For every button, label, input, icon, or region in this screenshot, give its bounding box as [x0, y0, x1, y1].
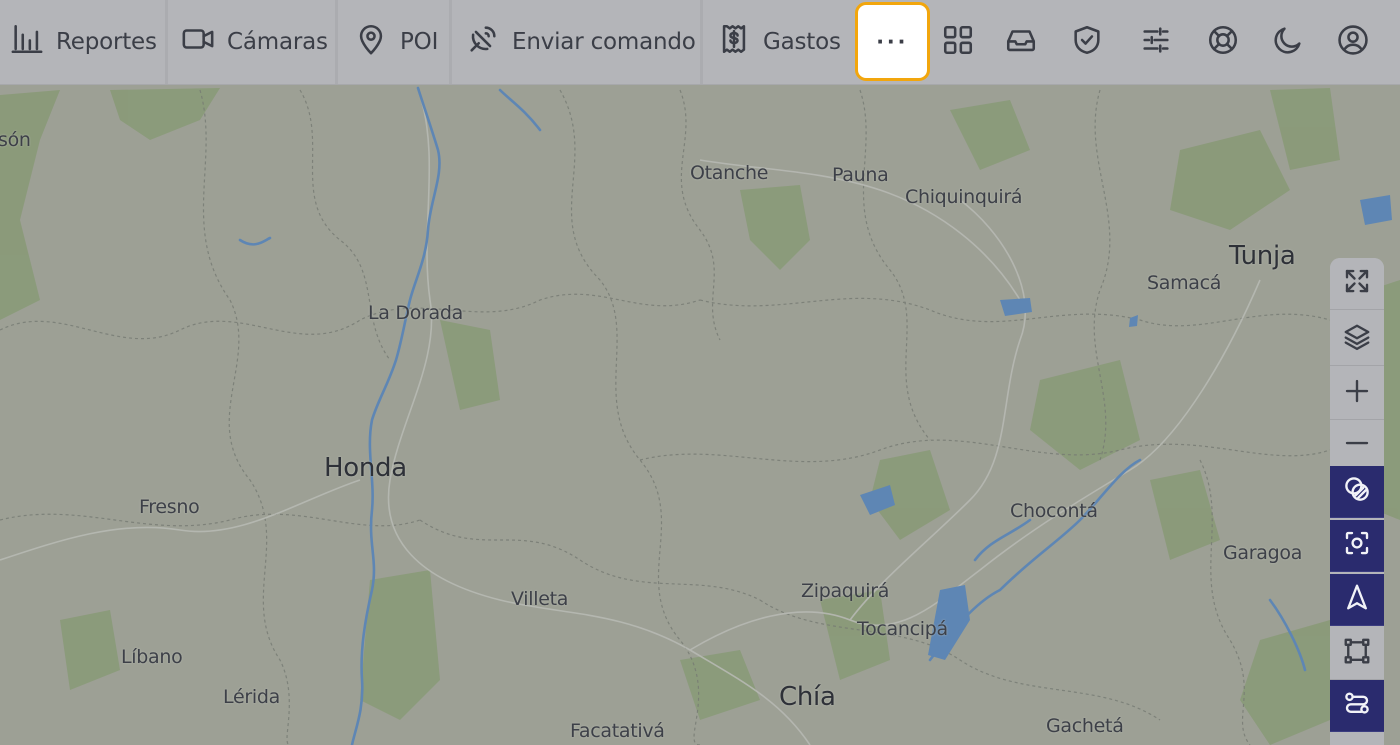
zoom-out-button[interactable] — [1330, 420, 1384, 472]
map-label: Tocancipá — [857, 618, 948, 640]
camaras-button[interactable]: Cámaras — [181, 0, 328, 84]
gastos-button[interactable]: Gastos — [717, 0, 841, 84]
map-tools-panel — [1330, 258, 1384, 745]
layers-icon — [1342, 322, 1372, 357]
map-pin-icon — [354, 22, 388, 62]
fullscreen-button[interactable] — [1330, 258, 1384, 310]
map-label: Pauna — [832, 164, 889, 186]
zoom-out-icon — [1342, 428, 1372, 463]
shield-check-icon — [1070, 23, 1104, 62]
inbox-button[interactable] — [1000, 21, 1042, 63]
camaras-label: Cámaras — [227, 29, 328, 55]
bar-chart-icon — [10, 22, 44, 62]
navigation-button[interactable] — [1330, 574, 1384, 626]
map-canvas[interactable]: són Otanche Pauna Chiquinquirá Tunja Sam… — [0, 0, 1400, 745]
lifebuoy-icon — [1206, 23, 1240, 62]
map-label: La Dorada — [368, 302, 463, 324]
top-toolbar: Reportes Cámaras POI Enviar comando Gast… — [0, 0, 1400, 85]
center-focus-button[interactable] — [1330, 520, 1384, 572]
toolbar-divider — [165, 0, 168, 84]
enviar-comando-button[interactable]: Enviar comando — [466, 0, 696, 84]
apps-grid-icon — [941, 23, 975, 62]
focus-target-icon — [1342, 528, 1372, 563]
map-label: Tunja — [1229, 241, 1296, 271]
user-account-button[interactable] — [1332, 21, 1374, 63]
sliders-icon — [1139, 23, 1173, 62]
map-label: Fresno — [139, 496, 200, 518]
security-button[interactable] — [1066, 21, 1108, 63]
help-button[interactable] — [1202, 21, 1244, 63]
route-icon — [1342, 688, 1372, 723]
fullscreen-icon — [1342, 266, 1372, 301]
enviar-comando-label: Enviar comando — [512, 29, 696, 55]
dark-mode-button[interactable] — [1267, 21, 1309, 63]
overlap-circles-icon — [1342, 474, 1372, 509]
reportes-label: Reportes — [56, 29, 157, 55]
map-label: Facatativá — [570, 720, 665, 742]
satellite-dish-icon — [466, 22, 500, 62]
inbox-icon — [1004, 23, 1038, 62]
map-label: Chocontá — [1010, 500, 1098, 522]
map-label: Lérida — [223, 686, 280, 708]
map-label: són — [0, 129, 31, 151]
map-label: Gachetá — [1046, 715, 1124, 737]
poi-button[interactable]: POI — [354, 0, 438, 84]
zoom-in-icon — [1342, 376, 1372, 411]
toolbar-divider — [449, 0, 452, 84]
map-label: Zipaquirá — [801, 580, 890, 602]
gastos-label: Gastos — [763, 29, 841, 55]
map-label: Chía — [779, 682, 836, 712]
toolbar-divider — [335, 0, 338, 84]
receipt-dollar-icon — [717, 22, 751, 62]
map-label: Honda — [324, 453, 407, 483]
poi-label: POI — [400, 29, 439, 55]
reportes-button[interactable]: Reportes — [10, 0, 157, 84]
geofence-button[interactable] — [1330, 466, 1384, 518]
map-label: Samacá — [1147, 272, 1222, 294]
map-label: Garagoa — [1223, 542, 1303, 564]
map-label: Líbano — [121, 646, 183, 668]
navigation-arrow-icon — [1342, 582, 1372, 617]
user-circle-icon — [1336, 23, 1370, 62]
select-area-button[interactable] — [1330, 628, 1384, 680]
zoom-in-button[interactable] — [1330, 368, 1384, 420]
more-options-button[interactable]: ··· — [855, 2, 930, 81]
layers-button[interactable] — [1330, 314, 1384, 366]
route-button[interactable] — [1330, 680, 1384, 732]
map-background — [0, 0, 1400, 745]
moon-icon — [1271, 23, 1305, 62]
map-label: Villeta — [511, 588, 569, 610]
toolbar-divider — [700, 0, 703, 84]
map-label: Chiquinquirá — [905, 186, 1023, 208]
settings-sliders-button[interactable] — [1135, 21, 1177, 63]
video-camera-icon — [181, 22, 215, 62]
map-label: Otanche — [690, 162, 769, 184]
apps-grid-button[interactable] — [937, 21, 979, 63]
select-area-icon — [1342, 636, 1372, 671]
more-dots-icon: ··· — [876, 26, 909, 56]
